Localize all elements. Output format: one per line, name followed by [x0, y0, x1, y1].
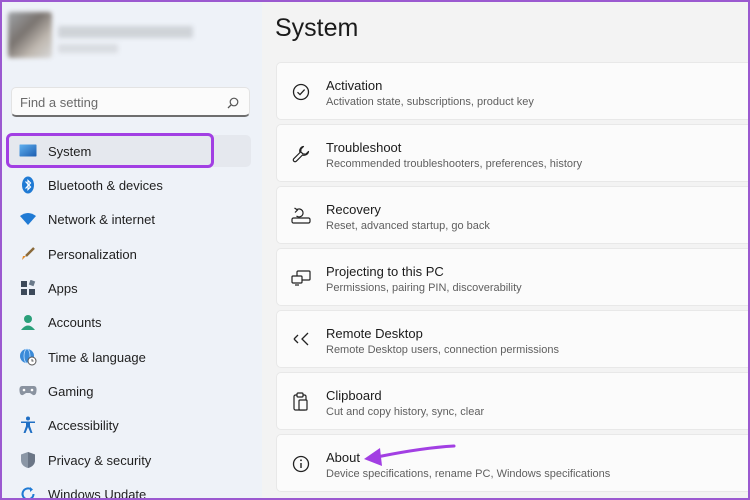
sidebar-item-privacy-security[interactable]: Privacy & security [9, 444, 251, 476]
search-icon[interactable] [227, 96, 239, 109]
sidebar-item-label: Privacy & security [48, 452, 152, 468]
sidebar-item-label: Accounts [48, 314, 102, 330]
sidebar-item-bluetooth[interactable]: Bluetooth & devices [9, 169, 251, 201]
sidebar: System Bluetooth & devices Network & int… [0, 0, 262, 500]
page-title: System [275, 14, 359, 42]
card-subtitle: Cut and copy history, sync, clear [326, 406, 485, 418]
card-title: Remote Desktop [326, 326, 423, 341]
avatar [8, 12, 52, 58]
card-subtitle: Remote Desktop users, connection permiss… [326, 344, 559, 356]
card-title: Clipboard [326, 388, 382, 403]
card-title: Troubleshoot [326, 140, 402, 155]
system-highlight-annotation [6, 133, 214, 168]
user-profile[interactable] [8, 12, 198, 62]
card-title: Activation [326, 78, 383, 93]
sidebar-item-label: Apps [48, 280, 78, 296]
update-icon [19, 485, 37, 500]
search-input[interactable] [20, 93, 220, 111]
remote-desktop-icon [290, 329, 312, 351]
sidebar-item-time-language[interactable]: Time & language [9, 341, 251, 373]
sidebar-item-label: Accessibility [48, 417, 119, 433]
card-title: About [326, 450, 360, 465]
card-title: Projecting to this PC [326, 264, 444, 279]
wrench-icon [290, 143, 312, 165]
card-subtitle: Activation state, subscriptions, product… [326, 96, 534, 108]
gamepad-icon [19, 382, 37, 400]
sidebar-item-label: Time & language [48, 349, 146, 365]
sidebar-item-gaming[interactable]: Gaming [9, 375, 251, 407]
globe-clock-icon [19, 348, 37, 366]
accessibility-icon [19, 416, 37, 434]
settings-card-troubleshoot[interactable]: Troubleshoot Recommended troubleshooters… [276, 124, 750, 182]
sidebar-item-label: Network & internet [48, 211, 155, 227]
activation-check-icon [290, 81, 312, 103]
settings-card-recovery[interactable]: Recovery Reset, advanced startup, go bac… [276, 186, 750, 244]
info-icon [290, 453, 312, 475]
settings-card-projecting[interactable]: Projecting to this PC Permissions, pairi… [276, 248, 750, 306]
settings-card-remote-desktop[interactable]: Remote Desktop Remote Desktop users, con… [276, 310, 750, 368]
clipboard-icon [290, 391, 312, 413]
blurred-user-name [58, 26, 193, 38]
sidebar-item-label: Personalization [48, 246, 137, 262]
sidebar-item-label: Windows Update [48, 486, 147, 500]
card-title: Recovery [326, 202, 381, 217]
recovery-icon [290, 205, 312, 227]
blurred-user-email [58, 44, 118, 53]
projecting-icon [290, 267, 312, 289]
settings-card-clipboard[interactable]: Clipboard Cut and copy history, sync, cl… [276, 372, 750, 430]
bluetooth-icon [19, 176, 37, 194]
wifi-icon [19, 210, 37, 228]
search-box[interactable] [11, 87, 250, 117]
accounts-icon [19, 313, 37, 331]
main-content: System Activation Activation state, subs… [262, 0, 750, 500]
sidebar-item-personalization[interactable]: Personalization [9, 238, 251, 270]
sidebar-item-windows-update[interactable]: Windows Update [9, 478, 251, 500]
sidebar-item-accessibility[interactable]: Accessibility [9, 409, 251, 441]
card-subtitle: Permissions, pairing PIN, discoverabilit… [326, 282, 522, 294]
shield-icon [19, 451, 37, 469]
sidebar-item-network[interactable]: Network & internet [9, 203, 251, 235]
settings-card-about[interactable]: About Device specifications, rename PC, … [276, 434, 750, 492]
apps-icon [19, 279, 37, 297]
card-subtitle: Reset, advanced startup, go back [326, 220, 490, 232]
settings-card-activation[interactable]: Activation Activation state, subscriptio… [276, 62, 750, 120]
sidebar-item-accounts[interactable]: Accounts [9, 306, 251, 338]
sidebar-item-label: Gaming [48, 383, 94, 399]
sidebar-item-apps[interactable]: Apps [9, 272, 251, 304]
brush-icon [19, 245, 37, 263]
card-subtitle: Recommended troubleshooters, preferences… [326, 158, 583, 170]
sidebar-item-label: Bluetooth & devices [48, 177, 163, 193]
annotation-arrow-icon [364, 444, 456, 466]
